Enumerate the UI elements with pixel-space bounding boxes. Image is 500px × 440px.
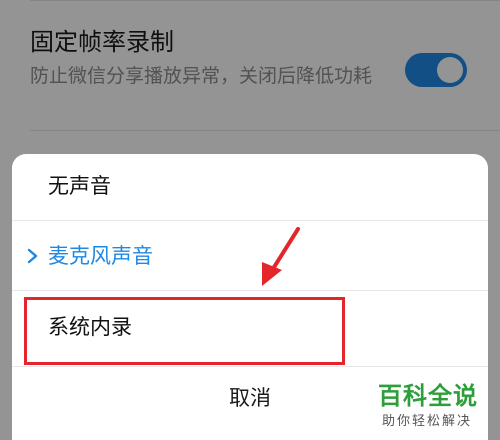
watermark-subtitle: 助你轻松解决: [382, 414, 473, 429]
divider: [12, 220, 488, 221]
option-label: 无声音: [48, 174, 111, 198]
option-no-sound[interactable]: 无声音: [12, 154, 488, 220]
annotation-highlight-box: [24, 297, 345, 365]
watermark: 百科全说 助你轻松解决: [368, 376, 494, 436]
selected-chevron-icon: [27, 248, 38, 264]
option-label: 麦克风声音: [48, 244, 153, 268]
watermark-title: 百科全说: [378, 382, 478, 410]
divider: [12, 366, 488, 367]
option-microphone-sound[interactable]: 麦克风声音: [12, 224, 488, 290]
divider: [12, 290, 488, 291]
cancel-label: 取消: [229, 386, 271, 410]
